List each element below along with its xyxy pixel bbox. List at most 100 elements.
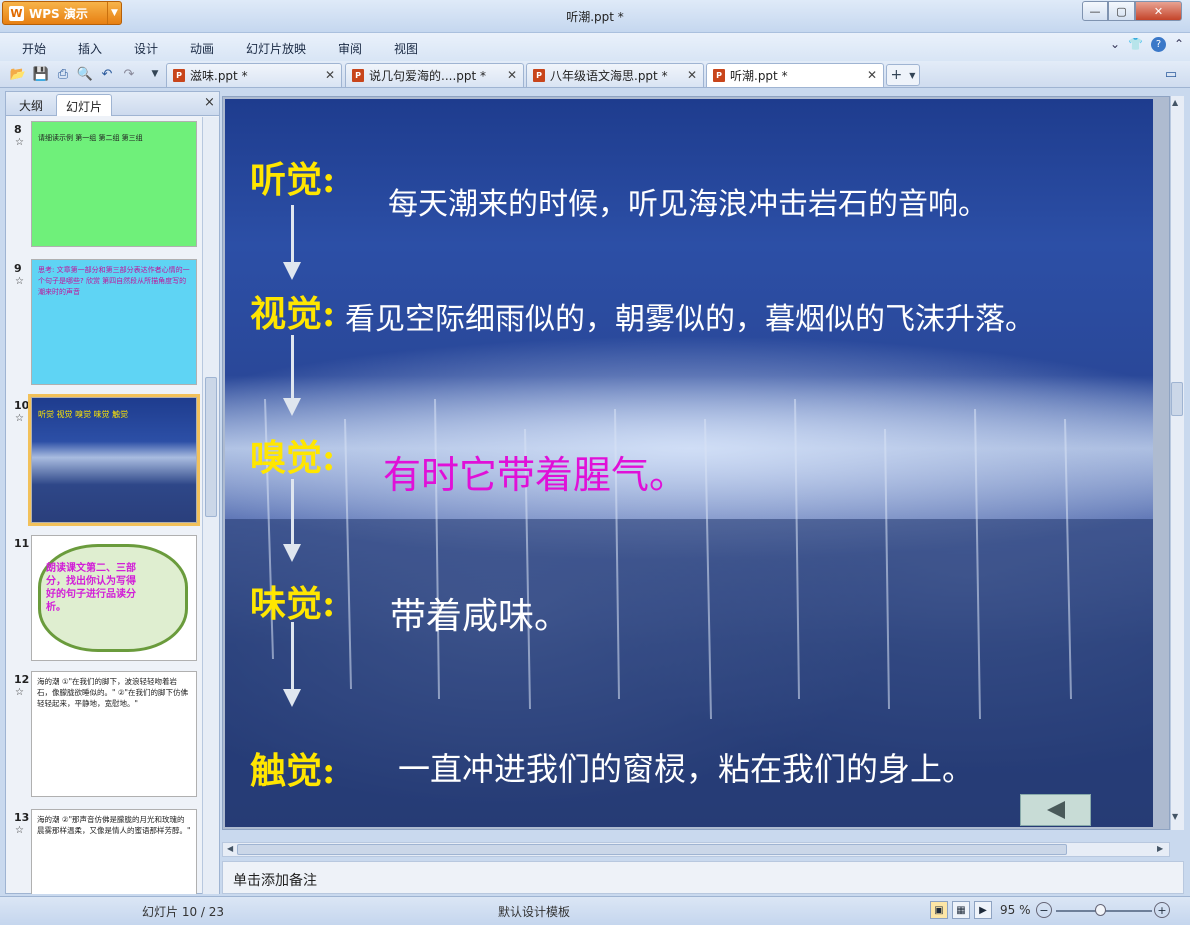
ppt-file-icon: P: [533, 69, 545, 82]
shirt-icon[interactable]: 👕: [1128, 37, 1143, 52]
slide-thumbnail-current[interactable]: 听觉 视觉 嗅觉 味觉 触觉: [28, 394, 200, 526]
slide-thumbnail[interactable]: 海的潮 ①"在我们的脚下，波浪轻轻吻着岩石，像朦胧欲睡似的。" ②"在我们的脚下…: [31, 671, 197, 797]
redo-icon[interactable]: ↷: [120, 64, 138, 84]
normal-view-icon[interactable]: ▣: [930, 901, 948, 919]
minimize-button[interactable]: —: [1082, 1, 1108, 21]
scroll-thumb[interactable]: [205, 377, 217, 517]
arrow-line: [291, 479, 294, 545]
slide-horizontal-scrollbar[interactable]: ◀ ▶: [222, 842, 1170, 857]
maximize-button[interactable]: ▢: [1108, 1, 1135, 21]
menu-design[interactable]: 设计: [134, 40, 158, 57]
zoom-level: 95 %: [1000, 903, 1031, 917]
doc-tab-label: 听潮.ppt *: [730, 69, 788, 83]
close-icon[interactable]: ✕: [687, 68, 697, 82]
doc-tab-4[interactable]: P 听潮.ppt * ✕: [706, 63, 884, 87]
zoom-slider-handle[interactable]: [1095, 904, 1106, 916]
slide-number: 11: [14, 537, 30, 550]
ppt-file-icon: P: [352, 69, 364, 82]
scroll-left-icon[interactable]: ◀: [227, 844, 233, 853]
menu-slideshow[interactable]: 幻灯片放映: [246, 40, 306, 57]
scroll-thumb[interactable]: [237, 844, 1067, 855]
star-icon: ☆: [15, 825, 24, 836]
doc-tab-3[interactable]: P 八年级语文海思.ppt * ✕: [526, 63, 704, 87]
slide-thumbnail[interactable]: 海的潮 ②"那声音仿佛是朦胧的月光和玫瑰的晨雾那样温柔，又像是情人的蜜语那样芳醇…: [31, 809, 197, 894]
doc-tab-label: 说几句爱海的....ppt *: [369, 69, 487, 83]
menu-home[interactable]: 开始: [22, 40, 46, 57]
close-icon[interactable]: ✕: [867, 68, 877, 82]
sense-label-sight: 视觉:: [250, 293, 336, 335]
print-preview-icon[interactable]: 🔍: [76, 64, 94, 84]
close-icon[interactable]: ✕: [507, 68, 517, 82]
doc-tab-2[interactable]: P 说几句爱海的....ppt * ✕: [345, 63, 524, 87]
sense-label-hearing: 听觉:: [250, 159, 336, 201]
sentence-touch: 一直冲进我们的窗棂，粘在我们的身上。: [398, 750, 975, 788]
save-icon[interactable]: 💾: [32, 64, 50, 84]
star-icon: ☆: [15, 413, 24, 424]
undo-icon[interactable]: ↶: [98, 64, 116, 84]
thumbnail-scrollbar[interactable]: [202, 117, 219, 894]
scroll-right-icon[interactable]: ▶: [1157, 844, 1163, 853]
ribbon-controls: ⌄ 👕 ? ⌃: [1110, 37, 1184, 52]
scroll-down-icon[interactable]: ▼: [1172, 812, 1178, 821]
slide-thumbnail[interactable]: 思考: 文章第一部分和第三部分表达作者心情的一个句子是哪些? 欣赏 第四自然段从…: [31, 259, 197, 385]
slide-sorter-icon[interactable]: ▦: [952, 901, 970, 919]
pane-tabs: 大纲 幻灯片 ×: [6, 92, 219, 116]
menu-animation[interactable]: 动画: [190, 40, 214, 57]
scroll-up-icon[interactable]: ▲: [1172, 98, 1178, 107]
slide-vertical-scrollbar[interactable]: ▲ ▼: [1170, 96, 1184, 830]
sentence-sight: 看见空际细雨似的，朝雾似的，暮烟似的飞沫升落。: [345, 302, 1035, 337]
sense-label-smell: 嗅觉:: [250, 437, 336, 479]
print-icon[interactable]: ⎙: [54, 64, 72, 84]
back-nav-button[interactable]: [1020, 794, 1091, 826]
new-tab-button[interactable]: + ▼: [886, 64, 920, 86]
plus-icon: +: [890, 67, 903, 83]
scroll-thumb[interactable]: [1171, 382, 1183, 416]
down-arrow-icon: [283, 398, 301, 416]
chevron-down-icon[interactable]: ⌄: [1110, 37, 1120, 52]
help-icon[interactable]: ?: [1151, 37, 1167, 52]
sentence-taste: 带着咸味。: [390, 596, 571, 637]
arrow-line: [291, 335, 294, 399]
open-icon[interactable]: 📂: [9, 64, 27, 84]
thumbnail-text: 朗读课文第二、三部分，找出你认为写得好的句子进行品读分析。: [46, 563, 136, 613]
back-arrow-icon: [1046, 801, 1065, 819]
sentence-smell: 有时它带着腥气。: [383, 453, 688, 497]
slide-thumbnail[interactable]: 朗读课文第二、三部分，找出你认为写得好的句子进行品读分析。: [31, 535, 197, 661]
doc-tab-1[interactable]: P 滋味.ppt * ✕: [166, 63, 342, 87]
thumbnail-text: 听觉 视觉 嗅觉 味觉 触觉: [38, 410, 129, 419]
star-icon: ☆: [15, 137, 24, 148]
tab-outline[interactable]: 大纲: [10, 94, 52, 116]
arrow-line: [291, 205, 294, 263]
slide-number: 13: [14, 811, 30, 824]
doc-tab-label: 滋味.ppt *: [190, 69, 248, 83]
zoom-out-icon[interactable]: −: [1036, 902, 1052, 918]
design-template: 默认设计模板: [498, 905, 571, 919]
thumbnail-list: 8 ☆ 请细读示例 第一组 第二组 第三组 9 ☆ 思考: 文章第一部分和第三部…: [6, 117, 202, 894]
menu-bar: 开始 插入 设计 动画 幻灯片放映 审阅 视图: [0, 33, 1190, 61]
menu-view[interactable]: 视图: [394, 40, 418, 57]
slideshow-icon[interactable]: ▶: [974, 901, 992, 919]
sense-label-taste: 味觉:: [250, 583, 336, 625]
down-arrow-icon: [283, 262, 301, 280]
toolbar-dropdown-icon[interactable]: ▼: [146, 64, 164, 84]
thumbnail-text: 海的潮 ②"那声音仿佛是朦胧的月光和玫瑰的晨雾那样温柔，又像是情人的蜜语那样芳醇…: [37, 815, 191, 835]
ribbon-collapse-icon[interactable]: ⌃: [1174, 37, 1184, 52]
menu-insert[interactable]: 插入: [78, 40, 102, 57]
slide-thumbnail[interactable]: 请细读示例 第一组 第二组 第三组: [31, 121, 197, 247]
thumbnail-text: 请细读示例 第一组 第二组 第三组: [38, 134, 143, 142]
close-icon[interactable]: ×: [204, 95, 215, 110]
notes-pane[interactable]: 单击添加备注: [222, 861, 1184, 894]
menu-review[interactable]: 审阅: [338, 40, 362, 57]
slide-canvas[interactable]: 听觉: 每天潮来的时候，听见海浪冲击岩石的音响。 视觉: 看见空际细雨似的，朝雾…: [225, 99, 1153, 827]
layout-icon[interactable]: ▭: [1162, 64, 1180, 84]
sense-label-touch: 触觉:: [250, 750, 336, 792]
title-bar: W WPS 演示 ▼ 听潮.ppt * — ▢ ✕: [0, 0, 1190, 33]
doc-tab-label: 八年级语文海思.ppt *: [550, 69, 668, 83]
close-icon[interactable]: ✕: [325, 68, 335, 82]
close-button[interactable]: ✕: [1135, 1, 1182, 21]
ppt-file-icon: P: [173, 69, 185, 82]
star-icon: ☆: [15, 276, 24, 287]
zoom-in-icon[interactable]: +: [1154, 902, 1170, 918]
tab-slides[interactable]: 幻灯片: [56, 94, 113, 116]
thumbnail-text: 海的潮 ①"在我们的脚下，波浪轻轻吻着岩石，像朦胧欲睡似的。" ②"在我们的脚下…: [37, 677, 189, 708]
